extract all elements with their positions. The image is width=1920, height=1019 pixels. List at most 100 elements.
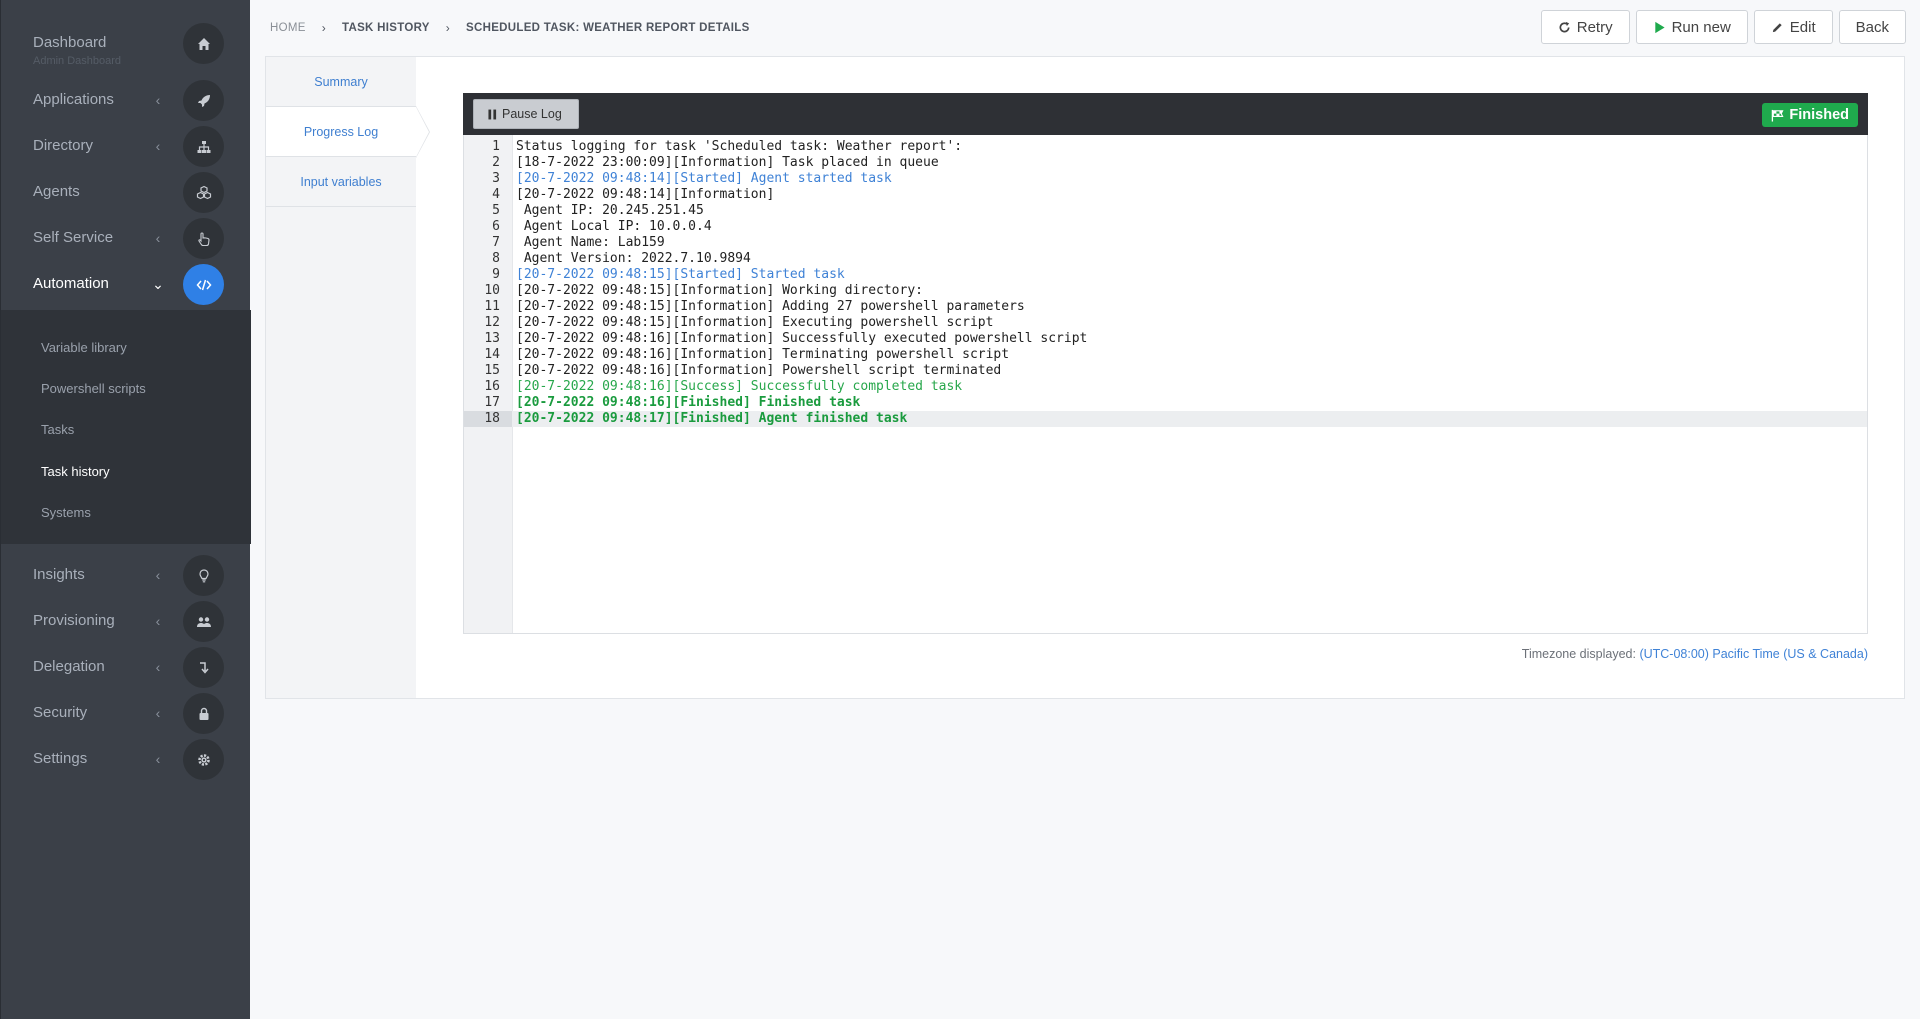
submenu-item-systems[interactable]: Systems (41, 505, 91, 520)
chevron-left-icon: ‹ (155, 613, 161, 629)
rocket-icon (183, 80, 224, 121)
log-line: 16 [20-7-2022 09:48:16][Success] Successf… (464, 379, 1867, 395)
retry-label: Retry (1576, 18, 1613, 36)
tab-progress-log[interactable]: Progress Log (266, 106, 430, 158)
chevron-left-icon: ‹ (155, 705, 161, 721)
sidebar-item-label: Dashboard (33, 34, 107, 51)
sidebar-item-insights[interactable]: Insights ‹ (1, 553, 251, 599)
pause-icon (488, 109, 497, 119)
log-line: 7 Agent Name: Lab159 (464, 235, 1867, 251)
sidebar-item-delegation[interactable]: Delegation ‹ (1, 645, 251, 691)
level-down-icon (183, 647, 224, 688)
sidebar-item-dashboard[interactable]: Dashboard Admin Dashboard (1, 21, 251, 67)
submenu-item-variable-library[interactable]: Variable library (41, 340, 127, 355)
log-line: 6 Agent Local IP: 10.0.0.4 (464, 219, 1867, 235)
log-line-text: [20-7-2022 09:48:16][Information] Termin… (516, 347, 1010, 362)
line-number: 6 (492, 219, 500, 234)
log-line: 9 [20-7-2022 09:48:15][Started] Started t… (464, 267, 1867, 283)
sidebar-item-automation[interactable]: Automation ⌄ (1, 262, 251, 308)
sidebar-item-label: Insights (33, 566, 85, 583)
log-line-text: [20-7-2022 09:48:16][Information] Powers… (516, 363, 1002, 378)
log-line-text: Agent Version: 2022.7.10.9894 (516, 251, 751, 266)
line-number: 16 (484, 379, 500, 394)
log-toolbar: Pause Log Finished (463, 93, 1868, 135)
chevron-right-icon: › (445, 21, 451, 35)
log-line: 10 [20-7-2022 09:48:15][Information] Work… (464, 283, 1867, 299)
sidebar-item-applications[interactable]: Applications ‹ (1, 78, 251, 124)
back-label: Back (1855, 18, 1889, 36)
timezone-link[interactable]: (UTC-08:00) Pacific Time (US & Canada) (1639, 647, 1868, 661)
log-line: 8 Agent Version: 2022.7.10.9894 (464, 251, 1867, 267)
log-line-text: [20-7-2022 09:48:14][Information] (516, 187, 775, 202)
log-line: 2 [18-7-2022 23:00:09][Information] Task … (464, 155, 1867, 171)
sidebar-item-agents[interactable]: Agents (1, 170, 251, 216)
tab-summary[interactable]: Summary (266, 57, 416, 107)
line-number: 9 (492, 267, 500, 282)
log-line: 14 [20-7-2022 09:48:16][Information] Term… (464, 347, 1867, 363)
sidebar-item-label: Security (33, 704, 88, 721)
task-details-card: Summary Progress Log Input variables Pau… (265, 56, 1905, 699)
line-number: 18 (464, 411, 512, 427)
run-new-label: Run new (1671, 18, 1731, 36)
log-line-text: [20-7-2022 09:48:16][Information] Succes… (516, 331, 1088, 346)
log-line: 3 [20-7-2022 09:48:14][Started] Agent sta… (464, 171, 1867, 187)
code-icon (183, 264, 224, 305)
log-line-text: [20-7-2022 09:48:17][Finished] Agent fin… (516, 411, 908, 426)
submenu-item-task-history[interactable]: Task history (41, 464, 110, 479)
log-line: 4 [20-7-2022 09:48:14][Information] (464, 187, 1867, 203)
users-icon (183, 601, 224, 642)
sidebar-item-label: Delegation (33, 658, 105, 675)
log-line: 13 [20-7-2022 09:48:16][Information] Succ… (464, 331, 1867, 347)
log-line-text: [20-7-2022 09:48:16][Finished] Finished … (516, 395, 861, 410)
line-number: 4 (492, 187, 500, 202)
line-number: 1 (492, 139, 500, 154)
tab-label: Progress Log (303, 124, 379, 139)
tab-input-variables[interactable]: Input variables (266, 157, 416, 207)
breadcrumb-task-history[interactable]: TASK HISTORY (342, 22, 430, 34)
lock-icon (183, 693, 224, 734)
log-line-text: Agent Local IP: 10.0.0.4 (516, 219, 712, 234)
sidebar-item-directory[interactable]: Directory ‹ (1, 124, 251, 170)
lightbulb-icon (183, 555, 224, 596)
sidebar-item-label: Settings (33, 750, 88, 767)
pause-log-button[interactable]: Pause Log (473, 99, 579, 129)
run-new-button[interactable]: Run new (1635, 10, 1748, 44)
sidebar-item-security[interactable]: Security ‹ (1, 691, 251, 737)
home-icon (183, 23, 224, 64)
submenu-item-powershell-scripts[interactable]: Powershell scripts (41, 381, 146, 396)
log-line-text: Status logging for task 'Scheduled task:… (516, 139, 963, 154)
chevron-left-icon: ‹ (155, 751, 161, 767)
log-line-text: [20-7-2022 09:48:15][Information] Workin… (516, 283, 923, 298)
sidebar-item-label: Self Service (33, 229, 114, 246)
log-line: 1 Status logging for task 'Scheduled task… (464, 139, 1867, 155)
breadcrumb-home[interactable]: HOME (270, 22, 306, 34)
sidebar-item-self-service[interactable]: Self Service ‹ (1, 216, 251, 262)
sidebar-item-provisioning[interactable]: Provisioning ‹ (1, 599, 251, 645)
refresh-icon (1559, 21, 1570, 32)
edit-button[interactable]: Edit (1753, 10, 1833, 44)
line-number: 17 (484, 395, 500, 410)
timezone-label: Timezone displayed: (1521, 647, 1636, 661)
line-number: 10 (484, 283, 500, 298)
retry-button[interactable]: Retry (1540, 10, 1630, 44)
breadcrumb-current: SCHEDULED TASK: WEATHER REPORT DETAILS (466, 22, 750, 34)
line-number: 8 (492, 251, 500, 266)
line-number: 5 (492, 203, 500, 218)
log-line: 12 [20-7-2022 09:48:15][Information] Exec… (464, 315, 1867, 331)
chevron-left-icon: ‹ (155, 230, 161, 246)
line-number: 7 (492, 235, 500, 250)
status-badge: Finished (1762, 103, 1858, 127)
line-number: 15 (484, 363, 500, 378)
breadcrumb: HOME › TASK HISTORY › SCHEDULED TASK: WE… (270, 21, 750, 35)
log-line-text: [20-7-2022 09:48:15][Information] Adding… (516, 299, 1025, 314)
gear-icon (183, 739, 224, 780)
log-output[interactable]: 1 Status logging for task 'Scheduled task… (463, 135, 1868, 634)
sidebar-item-settings[interactable]: Settings ‹ (1, 737, 251, 783)
sidebar-item-sublabel: Admin Dashboard (33, 55, 122, 67)
submenu-item-tasks[interactable]: Tasks (41, 422, 74, 437)
sidebar-item-label: Automation (33, 275, 109, 292)
back-button[interactable]: Back (1838, 10, 1906, 44)
chevron-left-icon: ‹ (155, 92, 161, 108)
chevron-left-icon: ‹ (155, 138, 161, 154)
line-number: 14 (484, 347, 500, 362)
